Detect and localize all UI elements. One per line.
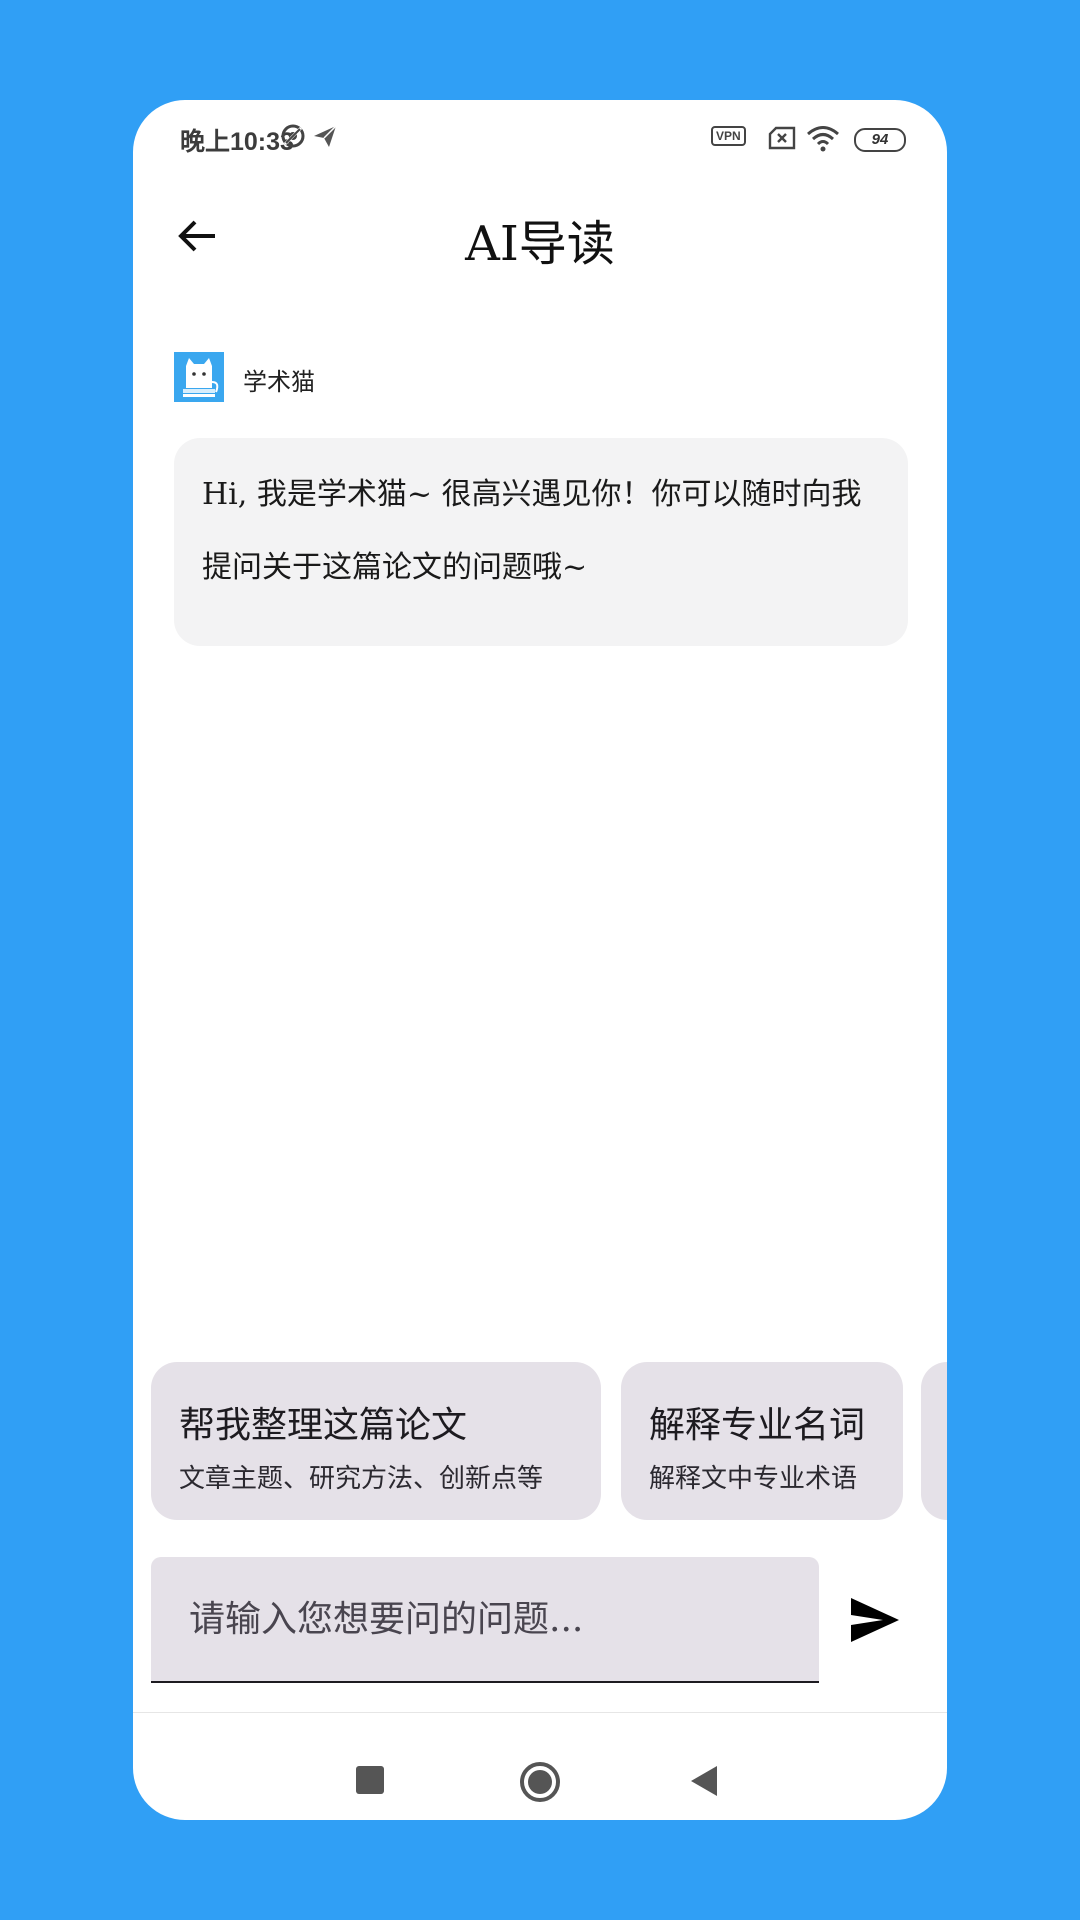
page-title: AI导读 (465, 216, 615, 272)
suggestion-subtitle: 解释文中专业术语 (649, 1464, 858, 1494)
sim-x-icon (768, 126, 798, 154)
question-input-field[interactable] (151, 1557, 819, 1683)
suggestion-chip-explain-terms[interactable]: 解释专业名词 解释文中专业术语 (621, 1362, 903, 1520)
suggestion-subtitle: 文章主题、研究方法、创新点等 (179, 1464, 544, 1494)
status-bar: 晚上10:33 VPN 94 (133, 100, 947, 178)
vpn-icon: VPN (711, 126, 746, 146)
home-circle-icon (520, 1762, 560, 1802)
battery-icon: 94 (854, 128, 906, 152)
recents-square-icon (356, 1766, 384, 1794)
nav-divider (133, 1712, 947, 1713)
suggestion-chips: 帮我整理这篇论文 文章主题、研究方法、创新点等 解释专业名词 解释文中专业术语 (151, 1362, 947, 1520)
cat-avatar-icon (174, 352, 224, 402)
wifi-icon (806, 124, 840, 156)
status-time: 晚上10:33 (180, 128, 294, 156)
do-not-disturb-icon (279, 122, 307, 154)
suggestion-chip-summarize[interactable]: 帮我整理这篇论文 文章主题、研究方法、创新点等 (151, 1362, 601, 1520)
send-button[interactable] (845, 1590, 905, 1650)
suggestion-title: 解释专业名词 (649, 1405, 866, 1446)
phone-screen: 晚上10:33 VPN 94 AI导读 学术猫 Hi, 我是学术猫~ 很高兴遇见… (133, 100, 947, 1820)
bot-message-bubble: Hi, 我是学术猫~ 很高兴遇见你！你可以随时向我提问关于这篇论文的问题哦~ (174, 438, 908, 646)
send-telegram-icon (311, 122, 339, 154)
back-triangle-icon (691, 1766, 717, 1796)
bot-message-text: Hi, 我是学术猫~ 很高兴遇见你！你可以随时向我提问关于这篇论文的问题哦~ (202, 477, 862, 585)
recents-button[interactable] (355, 1765, 385, 1799)
home-button[interactable] (518, 1760, 562, 1808)
bot-name: 学术猫 (243, 368, 315, 396)
system-back-button[interactable] (689, 1764, 719, 1802)
question-input[interactable] (187, 1593, 791, 1645)
suggestion-chip-partial[interactable] (921, 1362, 947, 1520)
suggestion-title: 帮我整理这篇论文 (179, 1405, 468, 1446)
send-icon (851, 1598, 899, 1642)
